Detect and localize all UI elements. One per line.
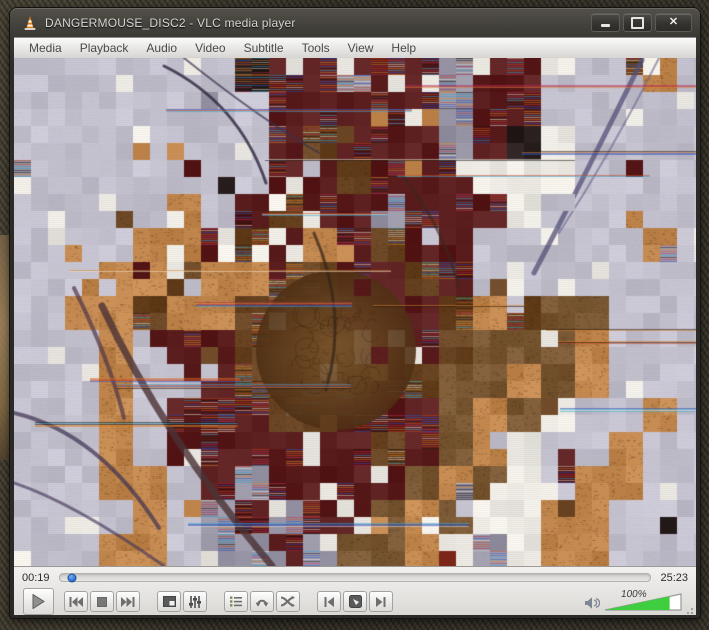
extended-settings-button[interactable] (183, 591, 207, 612)
maximize-button[interactable] (623, 13, 652, 32)
loop-icon (255, 599, 269, 607)
loop-button[interactable] (250, 591, 274, 612)
window-title: DANGERMOUSE_DISC2 - VLC media player (45, 15, 296, 30)
dvd-menu-button[interactable] (343, 591, 367, 612)
menu-item-view[interactable]: View (339, 39, 383, 57)
close-icon: ✕ (668, 16, 679, 28)
menu-item-help[interactable]: Help (382, 39, 425, 57)
window-titlebar[interactable]: DANGERMOUSE_DISC2 - VLC media player ✕ (14, 8, 696, 37)
volume-control[interactable]: 100% (585, 589, 688, 611)
fullscreen-button[interactable] (157, 591, 181, 612)
equalizer-icon (189, 595, 201, 608)
shuffle-icon (281, 596, 295, 607)
fullscreen-icon (162, 596, 176, 607)
disc-menu-icon (348, 595, 362, 608)
skip-forward-icon (121, 596, 135, 607)
playlist-icon (230, 596, 242, 607)
stop-icon (97, 596, 107, 607)
previous-button[interactable] (64, 591, 88, 612)
random-button[interactable] (276, 591, 300, 612)
next-chapter-icon (376, 596, 386, 607)
desktop-background: DANGERMOUSE_DISC2 - VLC media player ✕ M… (0, 0, 709, 630)
total-time: 25:23 (660, 571, 688, 584)
menu-item-tools[interactable]: Tools (293, 39, 339, 57)
play-icon (32, 594, 45, 609)
seek-handle[interactable] (67, 573, 77, 582)
previous-chapter-icon (324, 596, 334, 607)
elapsed-time: 00:19 (22, 571, 50, 584)
vlc-cone-icon (24, 15, 36, 30)
playlist-button[interactable] (224, 591, 248, 612)
minimize-icon (601, 24, 610, 27)
menu-item-video[interactable]: Video (186, 39, 234, 57)
stop-button[interactable] (90, 591, 114, 612)
volume-icon (585, 597, 600, 608)
resize-grip[interactable] (685, 606, 693, 614)
maximize-icon (631, 16, 644, 29)
menu-bar: Media Playback Audio Video Subtitle Tool… (14, 37, 696, 58)
menu-item-subtitle[interactable]: Subtitle (235, 39, 293, 57)
skip-back-icon (69, 596, 83, 607)
menu-item-audio[interactable]: Audio (137, 39, 186, 57)
next-button[interactable] (116, 591, 140, 612)
minimize-button[interactable] (591, 13, 620, 32)
dvd-previous-button[interactable] (317, 591, 341, 612)
video-display[interactable] (14, 58, 696, 566)
menu-item-media[interactable]: Media (20, 39, 71, 57)
close-button[interactable]: ✕ (655, 13, 692, 32)
seek-slider[interactable] (58, 573, 652, 582)
volume-percentage: 100% (620, 588, 648, 600)
dvd-next-button[interactable] (369, 591, 393, 612)
vlc-window: DANGERMOUSE_DISC2 - VLC media player ✕ M… (10, 8, 700, 618)
control-panel: 00:19 25:23 100% (14, 566, 696, 615)
play-button[interactable] (23, 588, 54, 615)
menu-item-playback[interactable]: Playback (71, 39, 138, 57)
